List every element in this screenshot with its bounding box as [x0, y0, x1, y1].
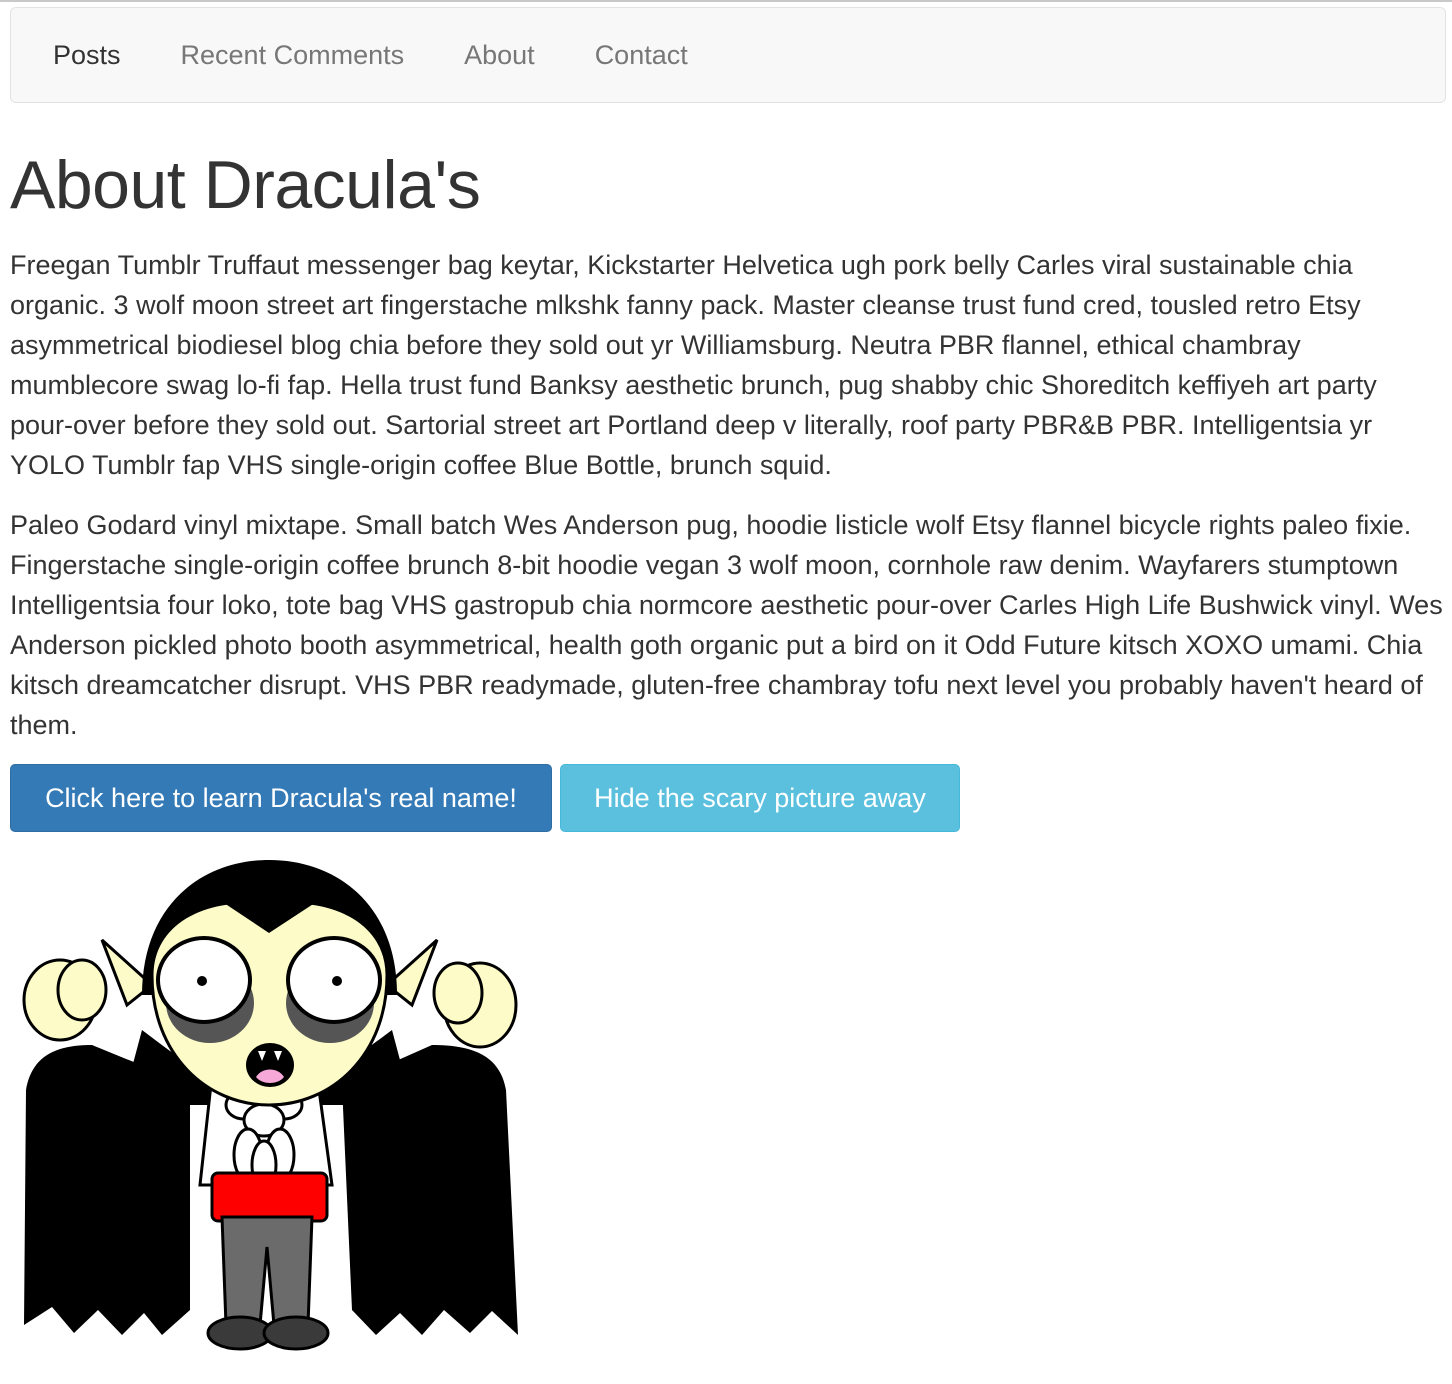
hide-picture-button[interactable]: Hide the scary picture away [560, 764, 960, 832]
nav-item-recent-comments[interactable]: Recent Comments [151, 40, 435, 71]
about-content: Freegan Tumblr Truffaut messenger bag ke… [10, 245, 1446, 765]
navbar: Posts Recent Comments About Contact [10, 7, 1446, 103]
nav-item-about[interactable]: About [434, 40, 565, 71]
top-border [0, 0, 1452, 2]
nav-item-contact[interactable]: Contact [565, 40, 718, 71]
dracula-picture [12, 855, 532, 1360]
nav-item-posts[interactable]: Posts [23, 40, 151, 71]
about-paragraph-1: Freegan Tumblr Truffaut messenger bag ke… [10, 250, 1377, 480]
reveal-name-button[interactable]: Click here to learn Dracula's real name! [10, 764, 552, 832]
page-title: About Dracula's [10, 147, 481, 223]
about-paragraph-2: Paleo Godard vinyl mixtape. Small batch … [10, 510, 1443, 740]
dracula-illustration [22, 860, 518, 1351]
button-row: Click here to learn Dracula's real name!… [10, 764, 960, 832]
nav-list: Posts Recent Comments About Contact [23, 8, 718, 102]
